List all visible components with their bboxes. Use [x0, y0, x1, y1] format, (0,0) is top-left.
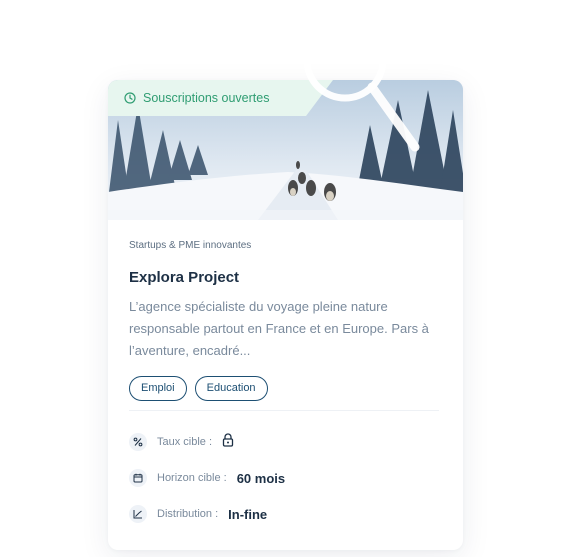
project-category: Startups & PME innovantes: [129, 240, 252, 251]
tag-education[interactable]: Education: [194, 376, 268, 401]
metric-label: Taux cible :: [157, 436, 213, 448]
card-content: Startups & PME innovantes Explora Projec…: [129, 240, 439, 401]
status-text: Souscriptions ouvertes: [143, 91, 270, 105]
magnifier-icon: [303, 35, 420, 152]
metric-distribution: Distribution : In-fine: [129, 504, 439, 524]
project-title[interactable]: Explora Project: [129, 269, 439, 286]
metric-label: Horizon cible :: [157, 472, 227, 484]
metric-label: Distribution :: [157, 508, 219, 520]
percent-icon: [129, 433, 147, 451]
chart-trend-icon: [129, 505, 147, 523]
project-description: L’agence spécialiste du voyage pleine na…: [129, 299, 429, 358]
metrics-list: Taux cible : Horizon cible : 60 mois Dis…: [129, 432, 439, 540]
metric-value: 60 mois: [236, 470, 286, 486]
tag-list: Emploi Education: [129, 376, 439, 401]
clock-icon: [124, 92, 136, 104]
tag-emploi[interactable]: Emploi: [129, 376, 187, 401]
metric-value: In-fine: [228, 506, 268, 522]
metric-taux-cible: Taux cible :: [129, 432, 439, 452]
divider: [129, 410, 439, 411]
metric-horizon-cible: Horizon cible : 60 mois: [129, 468, 439, 488]
calendar-icon: [129, 469, 147, 487]
lock-icon: [222, 432, 234, 452]
